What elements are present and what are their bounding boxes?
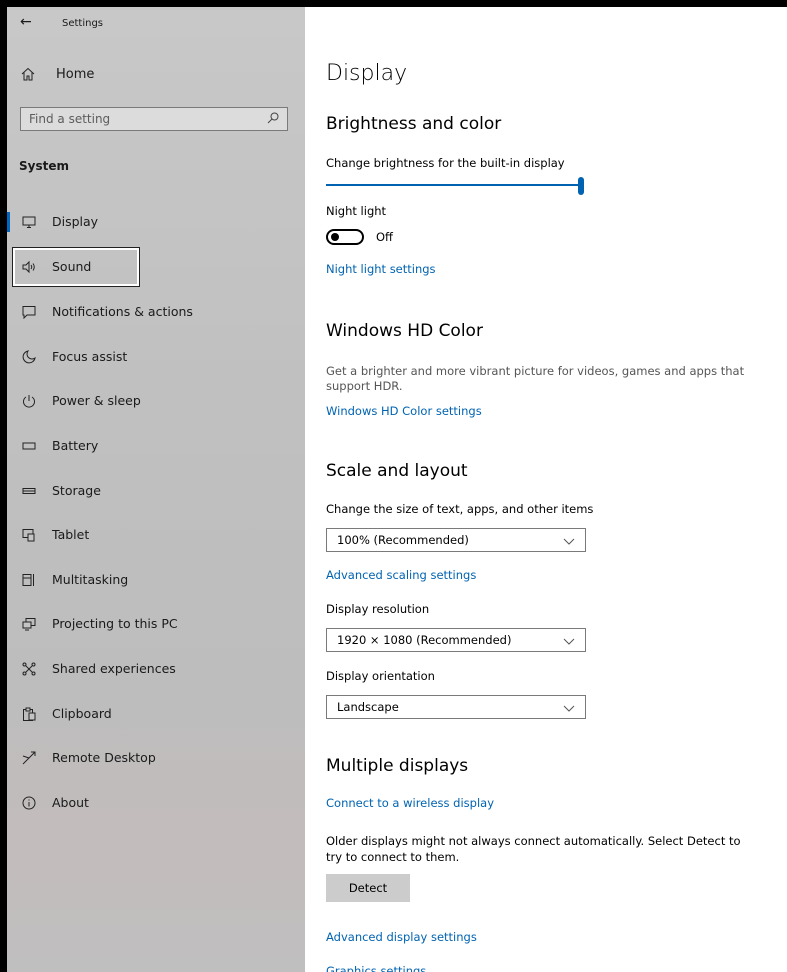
slider-thumb[interactable] [578,177,584,195]
sidebar-item-display[interactable]: Display [7,206,305,238]
dropdown-value: 100% (Recommended) [337,533,469,547]
scale-dropdown[interactable]: 100% (Recommended) [326,528,586,552]
sidebar-item-battery[interactable]: Battery [7,430,305,462]
sidebar-item-multitasking[interactable]: Multitasking [7,564,305,596]
multitasking-icon [22,574,34,586]
resolution-dropdown[interactable]: 1920 × 1080 (Recommended) [326,628,586,652]
info-icon [22,796,36,810]
sidebar-item-label: Projecting to this PC [52,616,178,631]
detect-description: Older displays might not always connect … [326,834,741,864]
chevron-down-icon [563,538,575,545]
sidebar-item-label: Multitasking [52,572,129,587]
sidebar-item-remote-desktop[interactable]: Remote Desktop [7,742,305,774]
sidebar-item-label: Remote Desktop [52,750,156,765]
notification-icon [22,306,36,319]
chevron-down-icon [563,705,575,712]
brightness-heading: Brightness and color [326,114,502,134]
detect-button[interactable]: Detect [326,874,410,902]
resolution-label: Display resolution [326,602,430,616]
search-input[interactable]: Find a setting [20,107,288,131]
sidebar-item-storage[interactable]: Storage [7,475,305,507]
battery-icon [22,442,36,450]
sidebar-item-label: Clipboard [52,706,112,721]
sidebar-item-label: Shared experiences [52,661,176,676]
sidebar-item-power-sleep[interactable]: Power & sleep [7,385,305,417]
sidebar-item-label: About [52,795,89,810]
sidebar-item-about[interactable]: About [7,787,305,819]
section-label: System [19,159,69,173]
search-placeholder: Find a setting [29,112,111,126]
remote-desktop-icon [22,751,36,765]
home-icon [21,67,35,81]
hdr-description: Get a brighter and more vibrant picture … [326,364,745,393]
brightness-slider-label: Change brightness for the built-in displ… [326,156,565,170]
moon-icon [22,350,36,364]
sidebar-item-label: Display [52,214,99,229]
scale-heading: Scale and layout [326,461,468,481]
sidebar-item-home[interactable]: Home [17,65,305,89]
display-settings-page: Display Brightness and color Change brig… [305,7,787,972]
night-light-settings-link[interactable]: Night light settings [326,262,436,276]
night-light-state: Off [376,230,393,244]
hdr-settings-link[interactable]: Windows HD Color settings [326,404,482,418]
sidebar-item-label: Home [56,67,95,82]
orientation-label: Display orientation [326,669,435,683]
dropdown-value: Landscape [337,700,399,714]
wireless-display-link[interactable]: Connect to a wireless display [326,796,494,810]
storage-icon [22,488,36,494]
dropdown-value: 1920 × 1080 (Recommended) [337,633,512,647]
app-title: Settings [62,18,104,29]
sidebar-item-shared-experiences[interactable]: Shared experiences [7,653,305,685]
sidebar-item-projecting[interactable]: Projecting to this PC [7,608,305,640]
multiple-displays-heading: Multiple displays [326,756,469,776]
sidebar-item-tablet[interactable]: Tablet [7,519,305,551]
button-label: Detect [348,881,388,895]
sidebar-item-notifications[interactable]: Notifications & actions [7,296,305,328]
speaker-icon [22,260,35,274]
scale-size-label: Change the size of text, apps, and other… [326,502,594,516]
brightness-slider[interactable] [326,177,586,195]
projecting-icon [22,618,36,631]
toggle-knob [331,233,339,241]
sidebar-item-label: Tablet [52,527,90,542]
power-icon [23,395,35,408]
sidebar-item-label: Notifications & actions [52,304,193,319]
night-light-label: Night light [326,204,387,218]
back-arrow-icon[interactable]: ← [20,14,32,30]
slider-track [326,184,582,186]
settings-window: ← Settings Home Find a setting System Di… [7,7,787,972]
advanced-scaling-link[interactable]: Advanced scaling settings [326,568,476,582]
sidebar-item-label: Sound [52,259,92,274]
sidebar-item-label: Power & sleep [52,393,141,408]
sidebar-item-label: Storage [52,483,101,498]
clipboard-icon [23,707,36,721]
search-icon [267,112,279,124]
night-light-toggle[interactable] [326,229,364,245]
sidebar-item-focus-assist[interactable]: Focus assist [7,341,305,373]
hdr-heading: Windows HD Color [326,321,483,341]
shared-icon [22,662,36,676]
sidebar-item-label: Focus assist [52,349,128,364]
chevron-down-icon [563,638,575,645]
page-title: Display [326,61,408,86]
monitor-icon [22,216,36,228]
tablet-icon [22,529,35,542]
sidebar: ← Settings Home Find a setting System Di… [7,7,305,972]
sidebar-item-clipboard[interactable]: Clipboard [7,698,305,730]
graphics-settings-link[interactable]: Graphics settings [326,964,426,972]
title-bar: ← Settings [7,7,305,39]
orientation-dropdown[interactable]: Landscape [326,695,586,719]
sidebar-item-label: Battery [52,438,99,453]
sidebar-item-sound[interactable]: Sound [7,247,305,287]
advanced-display-link[interactable]: Advanced display settings [326,930,477,944]
